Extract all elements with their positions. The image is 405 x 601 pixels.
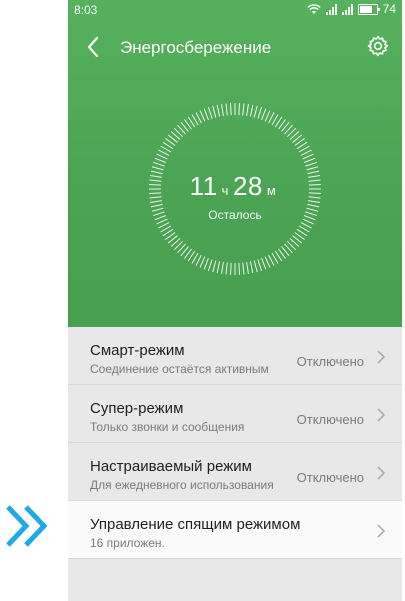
battery-icon	[357, 3, 380, 15]
signal-icon-sim1	[325, 3, 337, 15]
status-icons: 74	[306, 2, 396, 16]
remaining-caption: Осталось	[208, 208, 262, 222]
gauge-tick	[195, 254, 202, 266]
mode-title: Смарт-режим	[90, 342, 185, 359]
battery-hero-panel: 8:03 74 Энергосбережение 11 ч 28 м Остал…	[68, 0, 402, 327]
gauge-tick	[302, 153, 314, 160]
gauge-tick	[203, 257, 209, 270]
chevron-right-icon	[377, 466, 386, 480]
gauge-tick	[303, 157, 316, 163]
mode-status: Отключено	[296, 354, 364, 369]
sleep-management-row[interactable]: Управление спящим режимом 16 приложен.	[68, 501, 402, 559]
chevron-right-icon	[377, 408, 386, 422]
super-mode-row[interactable]: Супер-режим Только звонки и сообщения От…	[68, 385, 402, 443]
gauge-tick	[238, 103, 241, 116]
gauge-tick	[264, 110, 271, 122]
gauge-tick	[158, 222, 170, 229]
mode-subtitle: Для ежедневного использования	[90, 478, 274, 492]
gauge-tick	[212, 260, 217, 273]
gauge-tick	[207, 259, 213, 271]
gauge-tick	[257, 107, 263, 119]
gauge-tick	[253, 105, 258, 118]
mode-subtitle: 16 приложен.	[90, 536, 165, 550]
wifi-icon	[306, 3, 321, 14]
gauge-tick	[261, 257, 267, 270]
app-bar: Энергосбережение	[68, 28, 402, 68]
mode-title: Супер-режим	[90, 400, 184, 417]
gauge-tick	[264, 256, 271, 268]
gauge-tick	[212, 105, 217, 118]
gauge-tick	[221, 103, 224, 116]
chevron-right-icon	[377, 350, 386, 364]
gauge-tick	[300, 149, 312, 156]
minutes-unit: м	[266, 183, 277, 198]
power-mode-list: Смарт-режим Соединение остаётся активным…	[68, 327, 402, 559]
gauge-tick	[203, 108, 209, 121]
gauge-tick	[216, 261, 221, 274]
remaining-minutes: 28	[232, 171, 263, 201]
gauge-tick	[268, 112, 275, 124]
gauge-tick	[225, 103, 228, 116]
gauge-tick	[249, 104, 254, 117]
gauge-tick	[261, 108, 267, 121]
gauge-tick	[158, 149, 170, 156]
gauge-tick	[207, 107, 213, 119]
phone-screen: 8:03 74 Энергосбережение 11 ч 28 м Остал…	[68, 0, 402, 601]
gauge-tick	[199, 256, 206, 268]
gauge-tick	[246, 262, 249, 275]
battery-level: 74	[382, 2, 396, 16]
back-arrow-icon[interactable]	[82, 34, 104, 60]
gauge-tick	[306, 166, 319, 171]
gauge-tick	[225, 262, 228, 275]
gauge-tick	[257, 259, 263, 271]
gauge-tick	[229, 103, 232, 116]
gauge-tick	[229, 262, 232, 275]
gauge-tick	[151, 166, 164, 171]
gear-icon[interactable]	[366, 34, 390, 58]
chevron-right-icon	[377, 524, 386, 538]
status-bar: 8:03 74	[68, 0, 402, 22]
mode-subtitle: Соединение остаётся активным	[90, 362, 269, 376]
gauge-tick	[242, 103, 245, 116]
page-title: Энергосбережение	[120, 38, 272, 57]
gauge-tick	[216, 104, 221, 117]
gauge-tick	[300, 222, 312, 229]
gauge-tick	[242, 262, 245, 275]
mode-title: Настраиваемый режим	[90, 458, 252, 475]
gauge-tick	[249, 261, 254, 274]
custom-mode-row[interactable]: Настраиваемый режим Для ежедневного испо…	[68, 443, 402, 501]
mode-subtitle: Только звонки и сообщения	[90, 420, 245, 434]
battery-time-gauge: 11 ч 28 м Осталось	[147, 101, 323, 277]
gauge-tick	[246, 103, 249, 116]
gauge-tick	[195, 112, 202, 124]
gauge-tick	[238, 262, 241, 275]
gauge-tick	[156, 153, 168, 160]
signal-icon-sim2	[341, 3, 353, 15]
gauge-tick	[268, 254, 275, 266]
gauge-tick	[305, 161, 317, 167]
gauge-tick	[153, 161, 165, 167]
mode-status: Отключено	[296, 412, 364, 427]
double-chevron-right-icon	[6, 505, 48, 547]
gauge-tick	[221, 262, 224, 275]
mode-status: Отключено	[296, 470, 364, 485]
remaining-time: 11 ч 28 м	[147, 171, 323, 202]
gauge-tick	[199, 110, 206, 122]
remaining-hours: 11	[189, 171, 218, 201]
mode-title: Управление спящим режимом	[90, 516, 301, 533]
gauge-tick	[154, 157, 167, 163]
status-time: 8:03	[74, 3, 98, 17]
hours-unit: ч	[221, 183, 229, 198]
gauge-tick	[253, 260, 258, 273]
smart-mode-row[interactable]: Смарт-режим Соединение остаётся активным…	[68, 327, 402, 385]
